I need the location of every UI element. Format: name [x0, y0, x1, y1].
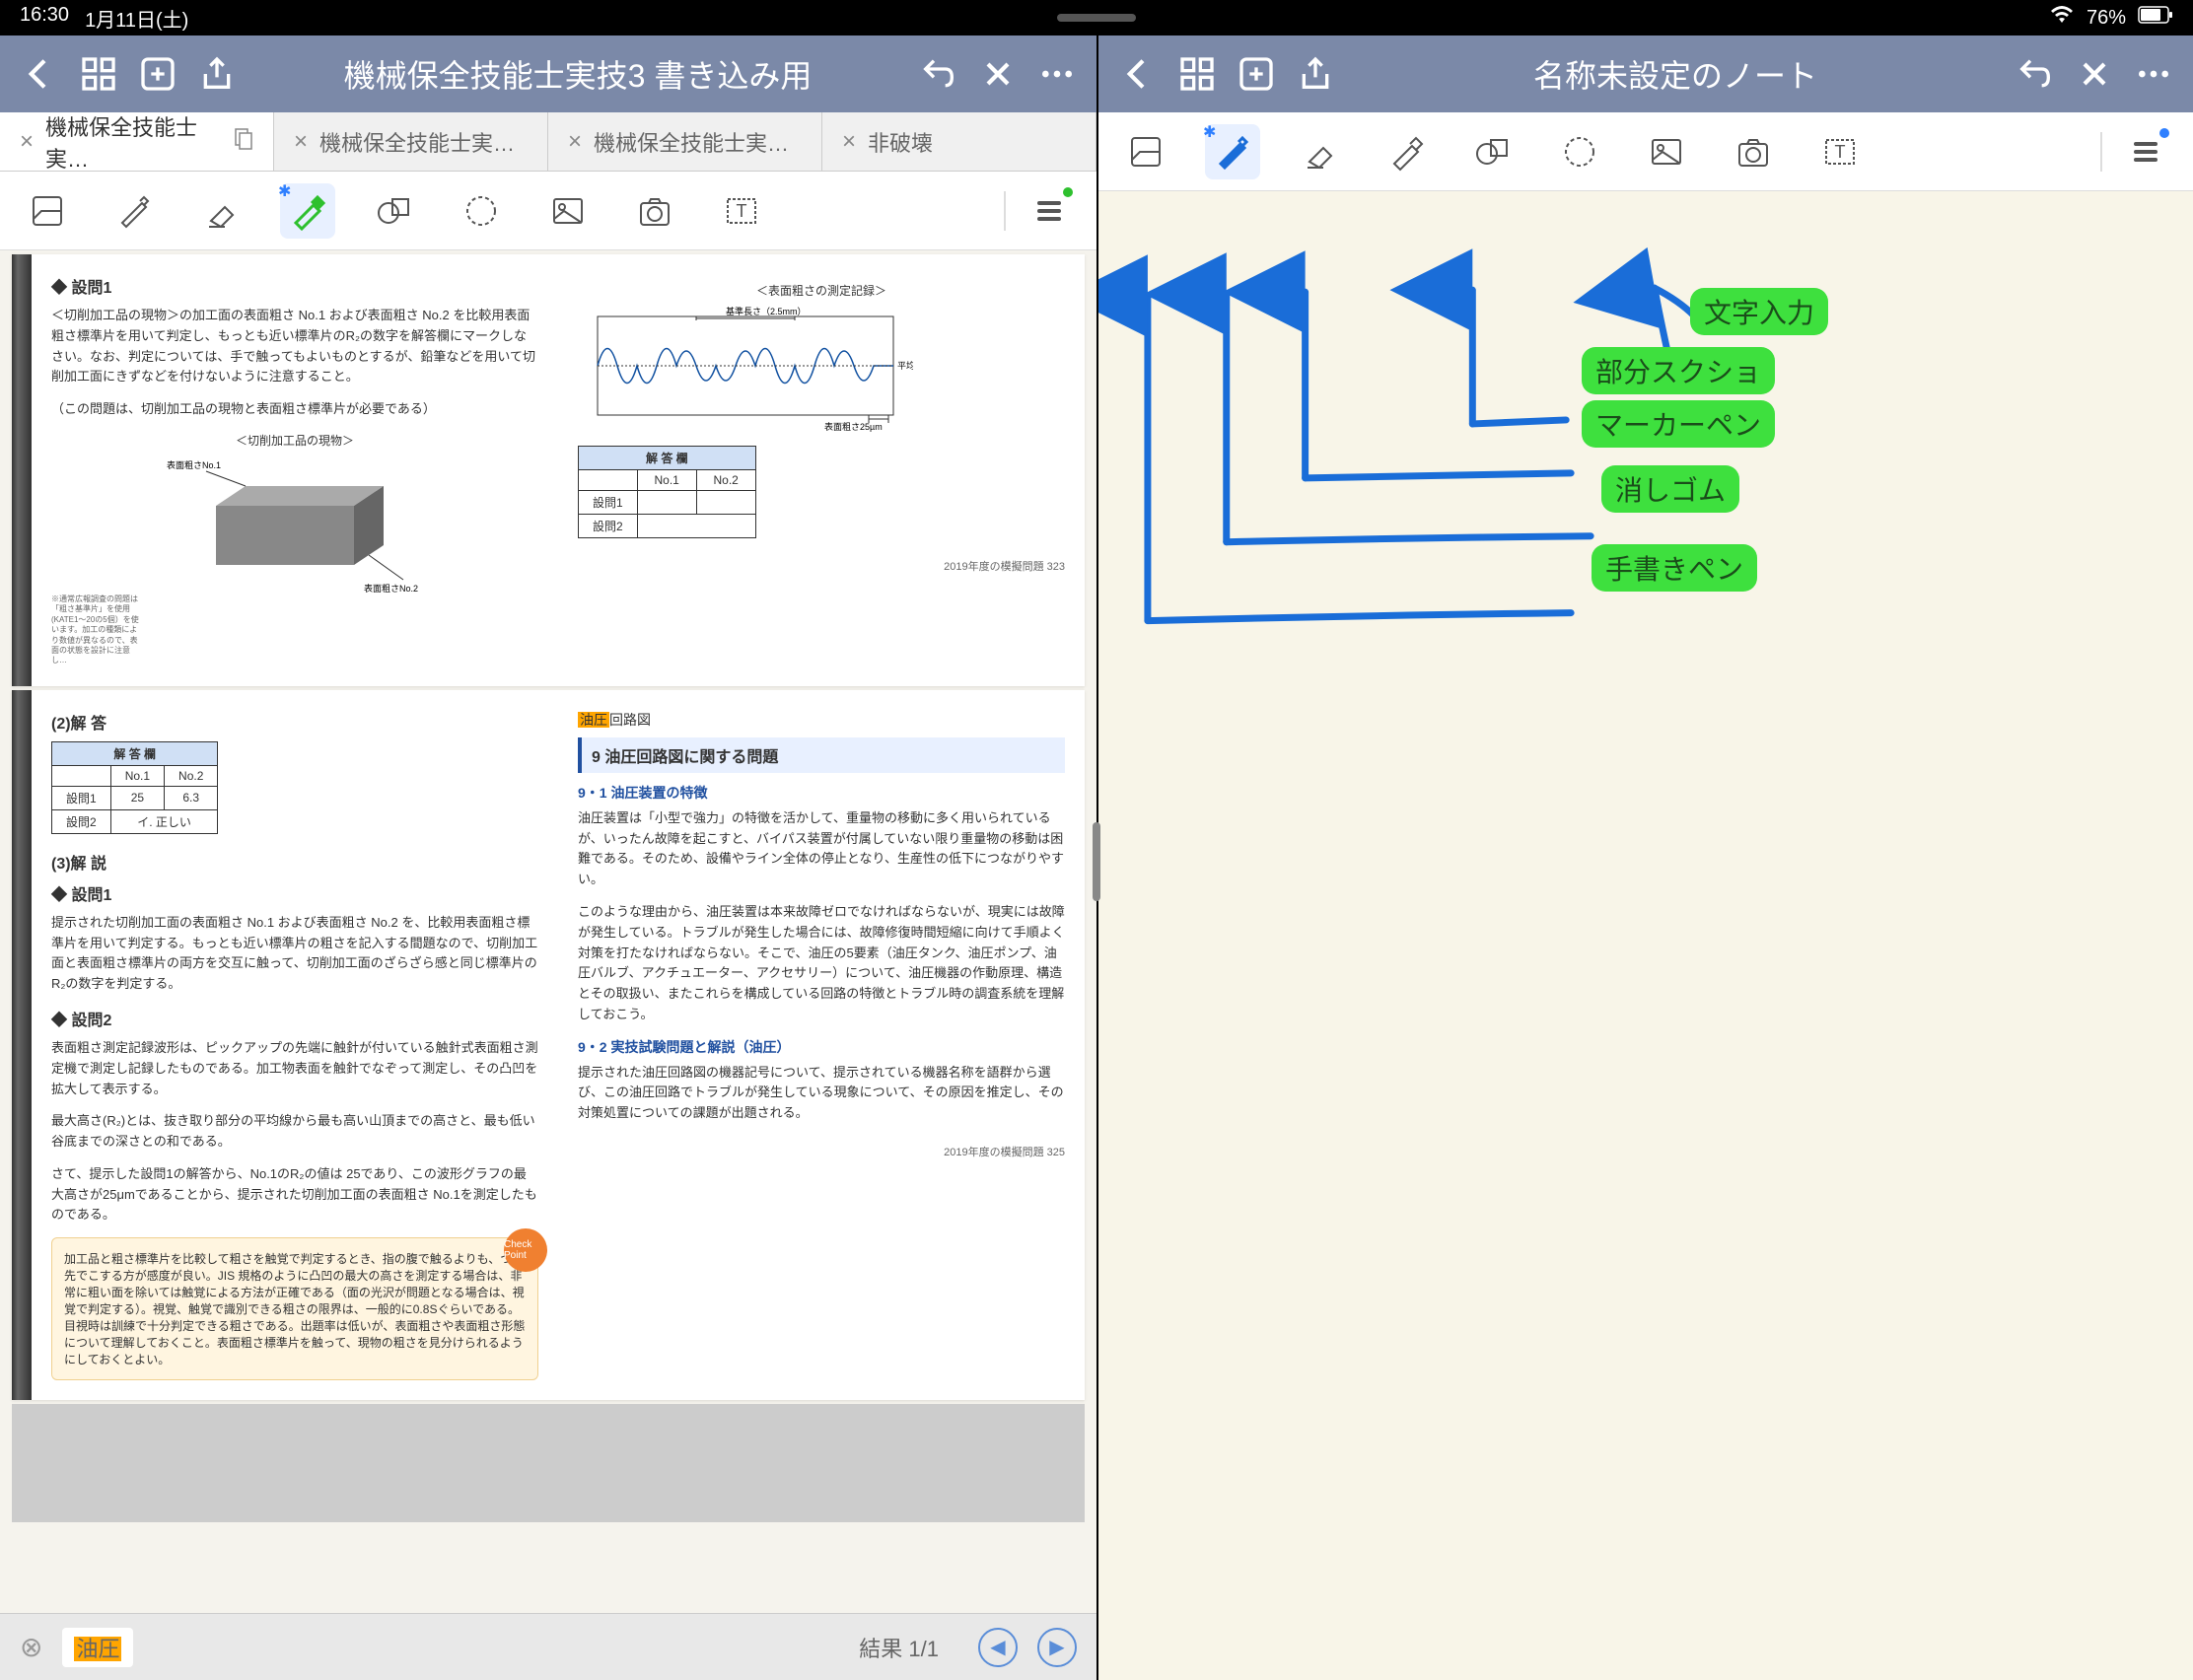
- highlighter-tool[interactable]: [1379, 124, 1434, 179]
- tab-close-icon[interactable]: ×: [842, 128, 856, 156]
- options-button[interactable]: [1022, 183, 1077, 239]
- eraser-tool[interactable]: [193, 183, 248, 239]
- pen-tool[interactable]: ✱: [1205, 124, 1260, 179]
- highlighter-tool[interactable]: ✱: [280, 183, 335, 239]
- share-button[interactable]: [1296, 54, 1335, 94]
- callout-box: Check Point 加工品と粗さ標準片を比較して粗さを触覚で判定するとき、指…: [51, 1237, 538, 1380]
- shape-tool[interactable]: [367, 183, 422, 239]
- annotation-text-input: 文字入力: [1690, 288, 1828, 335]
- battery-icon: [2138, 6, 2173, 30]
- text-tool[interactable]: T: [714, 183, 769, 239]
- undo-button[interactable]: [919, 54, 958, 94]
- image-tool[interactable]: [540, 183, 596, 239]
- annotation-marker: マーカーペン: [1582, 400, 1775, 448]
- annotation-pen: 手書きペン: [1592, 544, 1757, 592]
- block-figure: 表面粗さNo.1 表面粗さNo.2: [157, 456, 433, 595]
- undo-button[interactable]: [2016, 54, 2055, 94]
- answer-table-2: 解 答 欄 No.1No.2 設問1256.3 設問2イ. 正しい: [51, 741, 218, 834]
- grid-button[interactable]: [1177, 54, 1217, 94]
- page-icon: [234, 127, 253, 157]
- close-button[interactable]: [978, 54, 1018, 94]
- lasso-tool[interactable]: [454, 183, 509, 239]
- left-toolbar: ✱ T: [0, 172, 1096, 250]
- camera-tool[interactable]: [1726, 124, 1781, 179]
- search-bar: ⊗ 油圧 結果 1/1 ◀ ▶: [0, 1613, 1096, 1680]
- tab-1[interactable]: ×機械保全技能士実…: [0, 112, 274, 171]
- image-tool[interactable]: [1639, 124, 1694, 179]
- svg-text:平均線: 平均線: [897, 360, 913, 371]
- search-next-button[interactable]: ▶: [1037, 1628, 1077, 1667]
- options-button[interactable]: [2118, 124, 2173, 179]
- grid-button[interactable]: [79, 54, 118, 94]
- svg-text:表面粗さ25µm: 表面粗さ25µm: [824, 421, 883, 432]
- left-title: 機械保全技能士実技3 書き込み用: [256, 51, 899, 97]
- svg-text:T: T: [1835, 142, 1846, 162]
- battery-level: 76%: [2087, 7, 2126, 30]
- tab-close-icon[interactable]: ×: [568, 128, 582, 156]
- svg-text:T: T: [737, 201, 747, 221]
- status-time: 16:30: [20, 4, 69, 33]
- add-button[interactable]: [1237, 54, 1276, 94]
- back-button[interactable]: [20, 54, 59, 94]
- search-term-chip[interactable]: 油圧: [62, 1628, 133, 1667]
- tab-3[interactable]: ×機械保全技能士実…: [548, 112, 822, 171]
- back-button[interactable]: [1118, 54, 1158, 94]
- search-prev-button[interactable]: ◀: [978, 1628, 1018, 1667]
- view-mode-button[interactable]: [20, 183, 75, 239]
- close-button[interactable]: [2075, 54, 2114, 94]
- multitask-grabber[interactable]: [1057, 14, 1136, 22]
- wifi-icon: [2049, 5, 2075, 31]
- tab-bar: ×機械保全技能士実… ×機械保全技能士実… ×機械保全技能士実… ×非破壊: [0, 112, 1096, 172]
- more-button[interactable]: [1037, 54, 1077, 94]
- annotation-eraser: 消しゴム: [1601, 465, 1739, 513]
- svg-text:基準長さ（2.5mm）: 基準長さ（2.5mm）: [726, 307, 807, 316]
- view-mode-button[interactable]: [1118, 124, 1173, 179]
- tab-2[interactable]: ×機械保全技能士実…: [274, 112, 548, 171]
- text-tool[interactable]: T: [1812, 124, 1868, 179]
- pen-tool[interactable]: [106, 183, 162, 239]
- waveform-figure: 基準長さ（2.5mm） 平均線 表面粗さ25µm: [578, 307, 913, 435]
- camera-tool[interactable]: [627, 183, 682, 239]
- lasso-tool[interactable]: [1552, 124, 1607, 179]
- svg-text:表面粗さNo.1: 表面粗さNo.1: [167, 459, 221, 470]
- book-spine: [12, 690, 32, 1401]
- status-date: 1月11日(土): [85, 4, 188, 33]
- tab-close-icon[interactable]: ×: [294, 128, 308, 156]
- shape-tool[interactable]: [1465, 124, 1521, 179]
- left-nav-bar: 機械保全技能士実技3 書き込み用: [0, 35, 1096, 112]
- search-highlight: 油圧: [578, 712, 609, 728]
- annotation-screenshot: 部分スクショ: [1582, 347, 1775, 394]
- eraser-tool[interactable]: [1292, 124, 1347, 179]
- svg-text:表面粗さNo.2: 表面粗さNo.2: [364, 583, 418, 594]
- add-button[interactable]: [138, 54, 177, 94]
- right-nav-bar: 名称未設定のノート: [1098, 35, 2193, 112]
- answer-table-1: 解 答 欄 No.1No.2 設問1 設問2: [578, 446, 756, 538]
- search-close-button[interactable]: ⊗: [20, 1631, 42, 1663]
- document-viewer[interactable]: ◆ 設問1 ＜切削加工品の現物＞の加工面の表面粗さ No.1 および表面粗さ N…: [0, 250, 1096, 1613]
- right-toolbar: ✱ T: [1098, 112, 2193, 191]
- tab-4[interactable]: ×非破壊: [822, 112, 1096, 171]
- split-divider[interactable]: [1093, 822, 1100, 901]
- share-button[interactable]: [197, 54, 237, 94]
- tab-close-icon[interactable]: ×: [20, 128, 34, 156]
- more-button[interactable]: [2134, 54, 2173, 94]
- search-result-count: 結果 1/1: [859, 1632, 939, 1663]
- right-title: 名称未設定のノート: [1355, 51, 1996, 97]
- note-canvas[interactable]: 文字入力 部分スクショ マーカーペン 消しゴム 手書きペン: [1098, 191, 2193, 1680]
- book-spine: [12, 254, 32, 686]
